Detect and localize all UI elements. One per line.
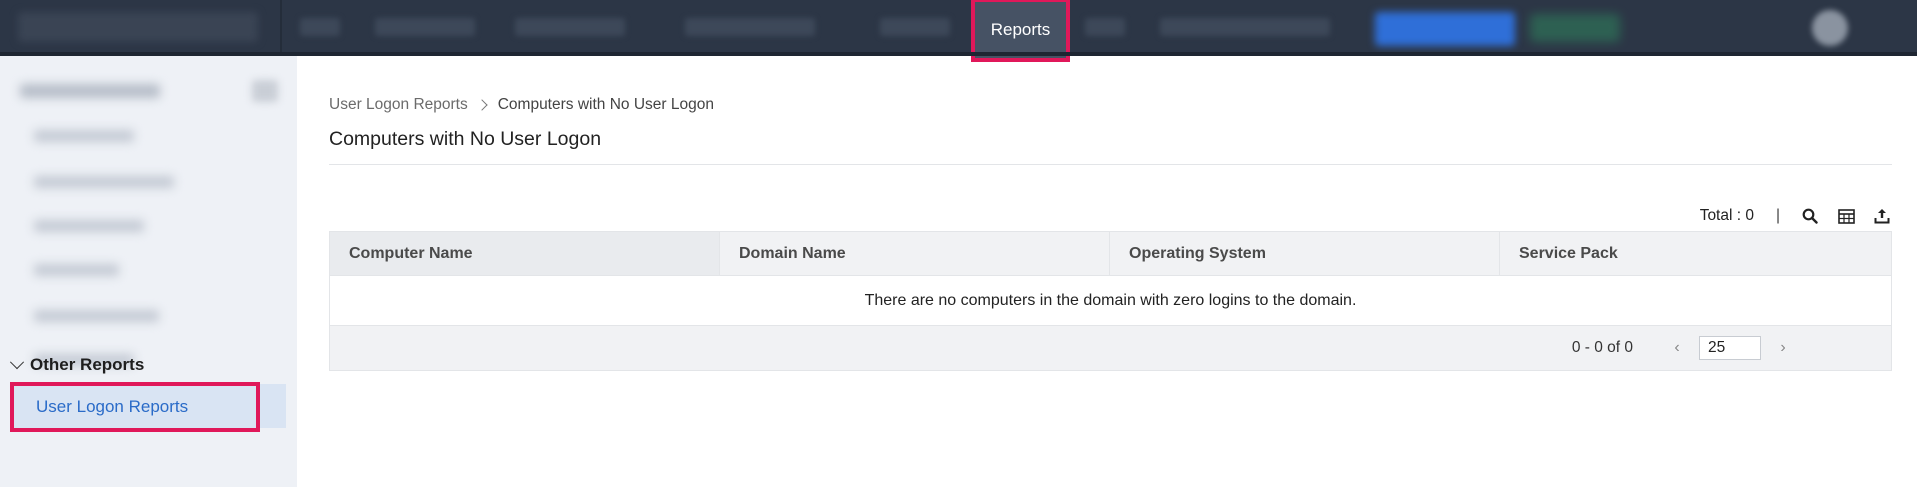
- nav-tab[interactable]: [515, 18, 625, 36]
- chevron-right-icon[interactable]: ›: [1775, 338, 1791, 358]
- column-header-computer-name[interactable]: Computer Name: [330, 232, 720, 275]
- column-header-domain-name[interactable]: Domain Name: [720, 232, 1110, 275]
- product-logo[interactable]: [18, 12, 258, 42]
- title-divider: [329, 164, 1892, 165]
- toolbar-separator: |: [1775, 207, 1780, 224]
- sidebar-item[interactable]: [34, 310, 159, 322]
- empty-state-message: There are no computers in the domain wit…: [330, 276, 1891, 326]
- breadcrumb: User Logon Reports Computers with No Use…: [329, 96, 714, 114]
- nav-tab[interactable]: [1160, 18, 1330, 36]
- nav-tab[interactable]: [300, 18, 340, 36]
- pagination-range: 0 - 0 of 0: [1571, 339, 1633, 356]
- chevron-right-icon: [476, 99, 488, 111]
- column-header-service-pack[interactable]: Service Pack: [1500, 232, 1891, 275]
- sidebar-item[interactable]: [34, 176, 174, 188]
- avatar[interactable]: [1812, 10, 1848, 46]
- primary-action-button[interactable]: [1375, 12, 1515, 46]
- secondary-action-button[interactable]: [1530, 14, 1620, 42]
- chevron-left-icon[interactable]: ‹: [1669, 338, 1685, 358]
- pagination-bar: 0 - 0 of 0 ‹ ›: [330, 326, 1891, 370]
- column-header-operating-system[interactable]: Operating System: [1110, 232, 1500, 275]
- nav-tab[interactable]: [375, 18, 475, 36]
- nav-tab[interactable]: [1085, 18, 1125, 36]
- breadcrumb-parent-link[interactable]: User Logon Reports: [329, 96, 468, 114]
- tab-reports[interactable]: Reports: [971, 0, 1070, 62]
- page-title: Computers with No User Logon: [329, 128, 602, 150]
- breadcrumb-current: Computers with No User Logon: [497, 96, 714, 113]
- sidebar-item[interactable]: [34, 220, 144, 232]
- sidebar-item-user-logon-reports[interactable]: User Logon Reports: [10, 382, 260, 432]
- chevron-down-icon: [9, 355, 25, 370]
- sidebar-group-label: Other Reports: [30, 355, 145, 374]
- export-icon[interactable]: [1872, 206, 1892, 226]
- report-table: Computer Name Domain Name Operating Syst…: [329, 231, 1892, 371]
- page-size-input[interactable]: [1699, 336, 1761, 360]
- sidebar-section-heading: [20, 84, 160, 98]
- column-chooser-icon[interactable]: [1836, 206, 1856, 226]
- sidebar-item[interactable]: [34, 264, 119, 276]
- topbar-divider: [280, 0, 282, 56]
- report-toolbar: Total : 0 |: [1700, 206, 1892, 226]
- nav-tab[interactable]: [880, 18, 950, 36]
- sidebar-collapse-toggle[interactable]: [252, 80, 278, 102]
- top-navigation-bar: Reports: [0, 0, 1917, 62]
- nav-tab[interactable]: [685, 18, 815, 36]
- sidebar-group-other-reports[interactable]: Other Reports: [9, 355, 145, 375]
- total-count: Total : 0: [1699, 207, 1754, 224]
- table-header: Computer Name Domain Name Operating Syst…: [330, 232, 1891, 276]
- sidebar-item[interactable]: [34, 130, 134, 142]
- search-icon[interactable]: [1800, 206, 1820, 226]
